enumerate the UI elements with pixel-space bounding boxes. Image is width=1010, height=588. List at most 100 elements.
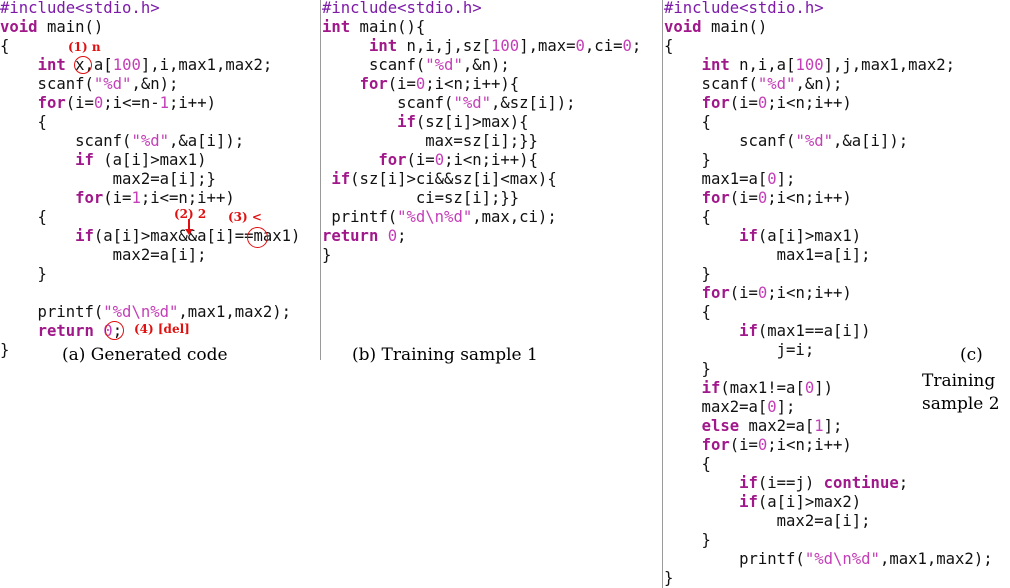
code-line: scanf("%d",&a[i]); [0,132,300,151]
code-line: { [0,37,300,56]
code-line: max2=a[i]; [664,512,993,531]
code-token: for [701,284,730,302]
code-line: if(i==j) continue; [664,474,993,493]
code-token: (i= [103,189,132,207]
code-token: 0 [804,379,815,397]
code-token: { [664,455,711,473]
code-line: int main(){ [322,18,641,37]
code-block-generated: #include<stdio.h> void main(){ int x,a[10… [0,0,300,360]
code-token: if [739,322,758,340]
code-token: (i= [729,284,758,302]
code-line: if(a[i]>max2) [664,493,993,512]
code-token: (a[i]>max1) [757,227,862,245]
code-token: ]) [814,379,834,397]
code-token: 0 [93,94,104,112]
code-token: ; [397,227,407,245]
panel-training-sample-2: #include<stdio.h> void main(){ int n,i,a[… [664,0,1010,588]
code-token: } [664,360,711,378]
code-token: ,&n); [462,56,510,74]
code-token: (i==j) [757,474,824,492]
code-token: if [75,151,94,169]
code-line: #include<stdio.h> [0,0,300,18]
code-token: ;i<=n;i++) [140,189,235,207]
code-token: int [701,56,730,74]
code-line: for(i=0;i<=n-1;i++) [0,94,300,113]
code-token: { [0,37,10,55]
code-token: ;i<n;i++) [767,284,852,302]
code-token: scanf( [664,132,796,150]
code-token: ;i<n;i++) [767,189,852,207]
code-token: ; [898,474,909,492]
code-line: scanf("%d",&n); [0,75,300,94]
code-token: if [75,227,94,245]
caption-sample-2: sample 2 [922,394,1000,414]
code-line: scanf("%d",&a[i]); [664,132,993,151]
code-token: (i= [729,94,758,112]
code-token: ,max1,max2); [178,303,292,321]
code-token: max2=a[i];} [0,170,216,188]
code-token: if [739,474,758,492]
code-line: printf("%d\n%d",max1,max2); [0,303,300,322]
code-line: if(sz[i]>ci&&sz[i]<max){ [322,170,641,189]
panel-divider [662,0,663,588]
code-token: } [664,151,711,169]
code-token: { [0,208,47,226]
code-token: void [0,18,38,36]
code-token: 0 [757,436,768,454]
code-token: continue [823,474,899,492]
code-token: (i= [406,151,435,169]
code-token: 0 [575,37,585,55]
code-token: "%d\n%d" [103,303,179,321]
code-token: for [37,94,66,112]
annotation-1: (1) n [68,40,101,54]
code-line: } [664,569,993,588]
code-token: 1 [131,189,141,207]
code-token: 0 [767,170,777,188]
code-token: 0 [415,75,426,93]
code-line: scanf("%d",&sz[i]); [322,94,641,113]
code-line: } [664,265,993,284]
arrow-down-icon [184,229,193,235]
code-line: } [322,246,641,265]
code-token: (a[i]>max&&a[i]==max1) [93,227,301,245]
code-token: printf( [0,303,104,321]
code-block-sample-2: #include<stdio.h> void main(){ int n,i,a[… [664,0,993,588]
code-token: j=i; [664,341,815,359]
code-token: { [0,113,47,131]
code-token: ;i<n;i++){ [444,151,538,169]
code-token: (i= [729,436,758,454]
code-token: "%d" [453,94,491,112]
code-line: else max2=a[1]; [664,417,993,436]
code-token: max2=a[i]; [0,246,207,264]
code-token: { [664,37,674,55]
code-token: "%d" [425,56,463,74]
code-block-sample-1: #include<stdio.h> int main(){ int n,i,j,s… [322,0,641,265]
code-token: { [664,303,711,321]
code-token: "%d" [795,132,833,150]
code-token: #include<stdio.h> [322,0,482,17]
code-token: ; [631,37,642,55]
code-token: #include<stdio.h> [664,0,824,17]
code-token: if [739,227,758,245]
code-line: max2=a[i]; [0,246,300,265]
code-line: { [664,303,993,322]
code-token: for [75,189,104,207]
code-token: main() [37,18,104,36]
code-line: #include<stdio.h> [664,0,993,18]
code-token: ],i,max1,max2; [140,56,273,74]
code-token: max2=a[ [739,417,815,435]
error-marker-1 [74,56,92,74]
code-line: max1=a[i]; [664,246,993,265]
code-line: void main() [0,18,300,37]
code-line: max=sz[i];}} [322,132,641,151]
